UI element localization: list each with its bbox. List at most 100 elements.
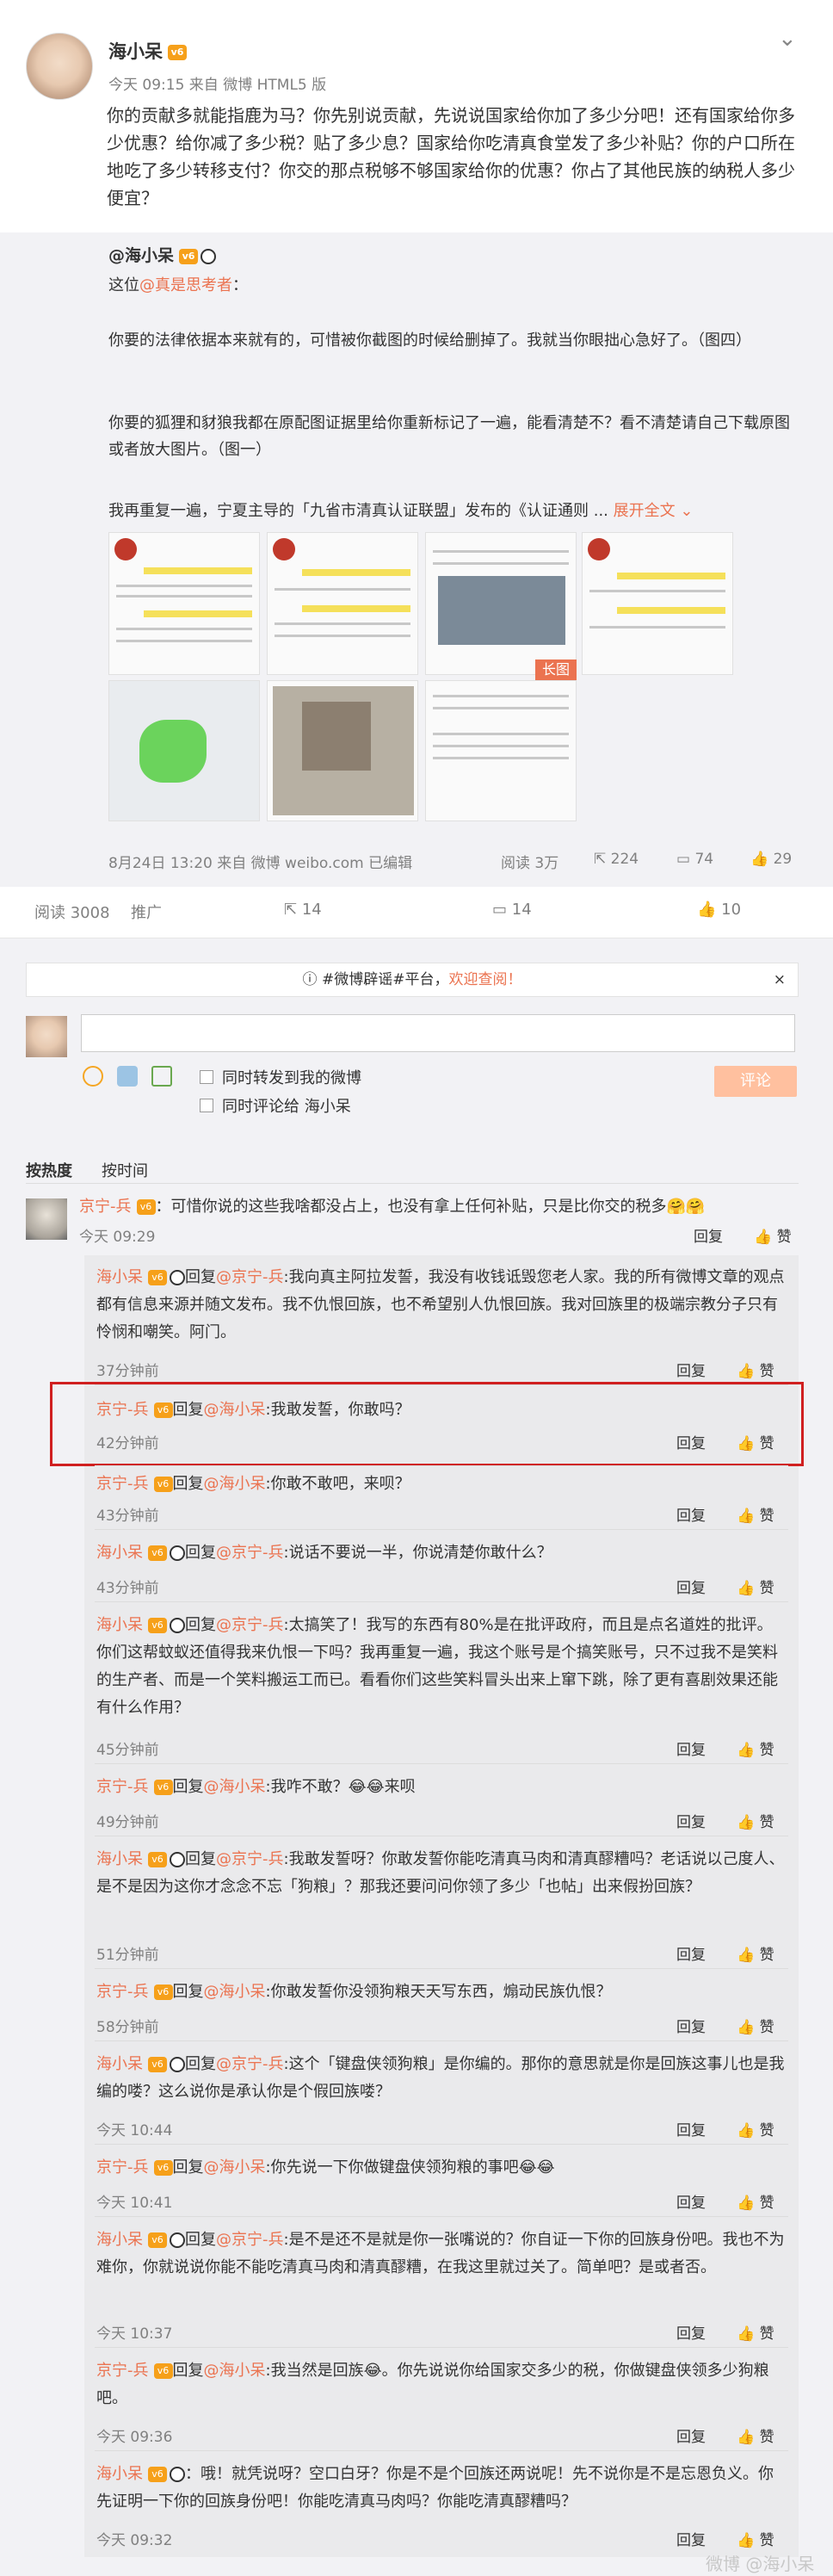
image-thumb[interactable] (267, 532, 418, 675)
commenter-avatar[interactable] (26, 1198, 67, 1240)
like-link[interactable]: 👍 赞 (737, 2190, 774, 2212)
promote-link[interactable]: 推广 (131, 901, 162, 923)
reply-mention[interactable]: @京宁-兵 (216, 1268, 284, 1286)
reply-mention[interactable]: @京宁-兵 (216, 2231, 284, 2249)
repost-p4-text: 我再重复一遍，宁夏主导的「九省市清真认证联盟」发布的《认证通则 ... (108, 502, 608, 520)
chevron-down-icon[interactable]: ⌄ (778, 26, 797, 52)
like-link[interactable]: 👍 赞 (737, 2118, 774, 2139)
reply-link[interactable]: 回复 (676, 1737, 706, 1759)
emoji-icon[interactable] (83, 1066, 103, 1087)
checkbox-comment-to[interactable] (200, 1099, 213, 1112)
comment-button[interactable]: ▭ 14 (492, 901, 532, 919)
reply-mention[interactable]: @海小呆 (204, 2158, 266, 2177)
reply-mention[interactable]: @海小呆 (204, 1983, 266, 2001)
reply-mention[interactable]: @京宁-兵 (216, 1850, 284, 1868)
gif-icon[interactable] (117, 1066, 138, 1087)
like-link[interactable]: 👍 赞 (754, 1224, 792, 1246)
like-link[interactable]: 👍 赞 (737, 2321, 774, 2343)
reply-mention[interactable]: @海小呆 (204, 1778, 266, 1796)
sort-time[interactable]: 按时间 (102, 1159, 148, 1181)
reply-mention[interactable]: @京宁-兵 (216, 2055, 284, 2073)
repost-user-row: @海小呆 v6 (108, 243, 217, 266)
reply-link[interactable]: 回复 (694, 1224, 723, 1246)
reply-prefix: 回复 (185, 1268, 216, 1286)
reply-link[interactable]: 回复 (676, 1942, 706, 1964)
comment-user[interactable]: 京宁-兵 (79, 1198, 132, 1216)
repost-icon: ⇱ (594, 851, 607, 868)
close-icon[interactable]: × (774, 963, 786, 996)
repost-like-count[interactable]: 👍 29 (750, 851, 792, 868)
reply-mention[interactable]: @海小呆 (204, 2362, 266, 2380)
like-link[interactable]: 👍 赞 (737, 2424, 774, 2446)
expand-link[interactable]: 展开全文 ⌄ (614, 502, 694, 520)
panda-icon (170, 1270, 185, 1285)
reply-mention[interactable]: @京宁-兵 (216, 1616, 284, 1634)
reply-user[interactable]: 京宁-兵 (96, 2158, 149, 2177)
reply-user[interactable]: 海小呆 (96, 2231, 143, 2249)
thumb-up-icon: 👍 (737, 1742, 756, 1759)
reply-prefix: 回复 (172, 1778, 204, 1796)
submit-comment-button[interactable]: 评论 (714, 1066, 797, 1097)
mention-link[interactable]: @真是思考者 (139, 276, 232, 294)
sort-hot[interactable]: 按热度 (26, 1159, 72, 1181)
reply-user[interactable]: 海小呆 (96, 2055, 143, 2073)
like-link[interactable]: 👍 赞 (737, 2528, 774, 2549)
reply-user[interactable]: 海小呆 (96, 1544, 143, 1562)
long-image-badge: 长图 (535, 659, 577, 680)
reply-user[interactable]: 海小呆 (96, 1268, 143, 1286)
like-link[interactable]: 👍 赞 (737, 1810, 774, 1831)
reply-link[interactable]: 回复 (676, 1576, 706, 1597)
like-link[interactable]: 👍 赞 (737, 2015, 774, 2036)
reply-prefix: 回复 (185, 2231, 216, 2249)
reply-mention[interactable]: @京宁-兵 (216, 1544, 284, 1562)
divider (95, 1968, 788, 1969)
image-thumb[interactable] (425, 532, 577, 675)
reply-user[interactable]: 海小呆 (96, 1850, 143, 1868)
checkbox-repost[interactable] (200, 1070, 213, 1084)
reply-user[interactable]: 京宁-兵 (96, 1475, 149, 1493)
reply-user[interactable]: 京宁-兵 (96, 2362, 149, 2380)
reply-link[interactable]: 回复 (676, 2424, 706, 2446)
like-link[interactable]: 👍 赞 (737, 1942, 774, 1964)
repost-repost-count[interactable]: ⇱ 224 (594, 851, 639, 868)
reply-body: 京宁-兵 v6 回复@海小呆:你先说一下你做键盘侠领狗粮的事吧😂😂 (96, 2154, 785, 2182)
like-link[interactable]: 👍 赞 (737, 1576, 774, 1597)
repost-user[interactable]: @海小呆 (108, 246, 174, 265)
repost-button[interactable]: ⇱ 14 (284, 901, 322, 919)
image-thumb[interactable] (582, 532, 733, 675)
author-avatar[interactable] (26, 33, 93, 100)
vip-badge: v6 (148, 2467, 167, 2482)
reply-link[interactable]: 回复 (676, 2190, 706, 2212)
reply-body: 京宁-兵 v6 回复@海小呆:我当然是回族😂。你先说说你给国家交多少的税，你做键盘侠… (96, 2357, 785, 2412)
reply-link[interactable]: 回复 (676, 2321, 706, 2343)
like-link[interactable]: 👍 赞 (737, 1503, 774, 1525)
reply-link[interactable]: 回复 (676, 1359, 706, 1380)
reply-link[interactable]: 回复 (676, 2015, 706, 2036)
image-icon[interactable] (151, 1066, 172, 1087)
like-button[interactable]: 👍 10 (697, 901, 741, 919)
reply-link[interactable]: 回复 (676, 1503, 706, 1525)
reply-link[interactable]: 回复 (676, 2528, 706, 2549)
like-link[interactable]: 👍 赞 (737, 1359, 774, 1380)
image-thumb[interactable] (267, 680, 418, 821)
reply-user[interactable]: 海小呆 (96, 1616, 143, 1634)
thumb-up-icon: 👍 (737, 2195, 756, 2212)
notice-link[interactable]: 欢迎查阅！ (448, 971, 521, 988)
reply-user[interactable]: 京宁-兵 (96, 1778, 149, 1796)
image-thumb-map[interactable] (108, 680, 260, 821)
comment-input[interactable] (81, 1014, 795, 1052)
reply-link[interactable]: 回复 (676, 2118, 706, 2139)
reply-mention[interactable]: @海小呆 (204, 1475, 266, 1493)
reply-user[interactable]: 海小呆 (96, 2465, 143, 2483)
image-thumb[interactable] (425, 680, 577, 821)
reply-link[interactable]: 回复 (676, 1810, 706, 1831)
author-name[interactable]: 海小呆 (108, 41, 163, 62)
image-thumb[interactable] (108, 532, 260, 675)
repost-comment-count[interactable]: ▭ 74 (676, 851, 713, 868)
thumb-up-icon: 👍 (737, 2532, 756, 2549)
vip-badge: v6 (153, 2363, 173, 2379)
panda-icon (201, 248, 217, 264)
like-link[interactable]: 👍 赞 (737, 1737, 774, 1759)
image-grid: 长图 (108, 532, 733, 821)
reply-user[interactable]: 京宁-兵 (96, 1983, 149, 2001)
